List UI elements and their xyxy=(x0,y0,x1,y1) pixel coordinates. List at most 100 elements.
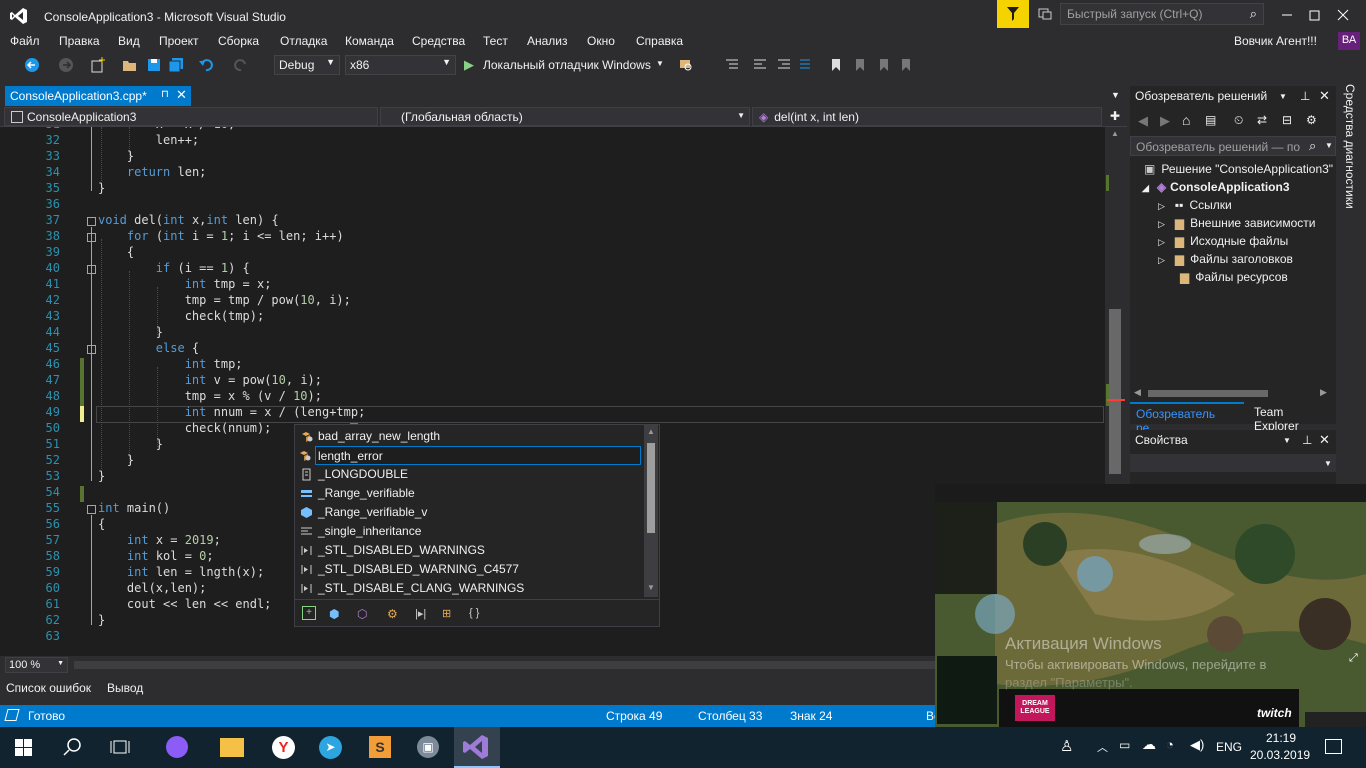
menu-test[interactable]: Тест xyxy=(483,34,508,48)
undo-icon[interactable] xyxy=(198,57,214,73)
filter-class-icon[interactable]: ⚙ xyxy=(387,607,398,621)
menu-edit[interactable]: Правка xyxy=(59,34,100,48)
filter-cube-icon[interactable]: ⬢ xyxy=(329,607,339,621)
clock-time[interactable]: 21:19 xyxy=(1266,731,1296,745)
maximize-button[interactable] xyxy=(1308,8,1322,22)
menu-window[interactable]: Окно xyxy=(587,34,615,48)
tray-overflow-icon[interactable]: ︿ xyxy=(1097,739,1108,755)
format-icon[interactable] xyxy=(798,57,814,73)
notification-flag-icon[interactable] xyxy=(997,0,1029,28)
next-bookmark-icon[interactable] xyxy=(876,57,892,73)
completion-item[interactable]: _Range_verifiable_v xyxy=(297,503,643,522)
completion-item[interactable]: _Range_verifiable xyxy=(297,484,643,503)
zoom-select[interactable]: 100 % ▼ xyxy=(5,657,68,673)
tree-item-source-files[interactable]: ▷ ▆ Исходные файлы xyxy=(1158,234,1288,248)
scroll-left-icon[interactable]: ◀ xyxy=(1134,387,1141,398)
sublime-app-icon[interactable]: S xyxy=(369,736,391,758)
telegram-app-icon[interactable]: ➤ xyxy=(319,736,342,759)
scroll-right-icon[interactable]: ▶ xyxy=(1320,387,1327,398)
sync-icon[interactable]: ⇄ xyxy=(1257,113,1267,127)
bookmark-icon[interactable] xyxy=(828,57,844,73)
step-icon[interactable] xyxy=(724,57,740,73)
avatar[interactable]: ВА xyxy=(1338,32,1360,50)
project-scope-select[interactable]: ConsoleApplication3 xyxy=(4,107,378,126)
filter-namespace-icon[interactable]: { } xyxy=(469,607,479,619)
intellisense-popup[interactable]: bad_array_new_length length_error _LONGDOU… xyxy=(294,424,660,627)
tab-solution-explorer[interactable]: Обозреватель ре... xyxy=(1130,402,1244,435)
menu-file[interactable]: Файл xyxy=(10,34,40,48)
completion-item[interactable]: _STL_DISABLE_CLANG_WARNINGS xyxy=(297,579,643,598)
scroll-up-icon[interactable]: ▲ xyxy=(647,427,655,436)
platform-select[interactable]: x86 ▼ xyxy=(345,55,456,75)
expand-icon[interactable]: ▷ xyxy=(1158,237,1165,247)
file-explorer-app-icon[interactable] xyxy=(220,738,244,757)
tab-team-explorer[interactable]: Team Explorer xyxy=(1248,402,1336,433)
back-icon[interactable] xyxy=(24,57,40,73)
tree-item-header-files[interactable]: ▷ ▆ Файлы заголовков xyxy=(1158,252,1293,266)
split-editor-icon[interactable]: ✚ xyxy=(1110,109,1120,123)
tab-error-list[interactable]: Список ошибок xyxy=(6,681,91,695)
tree-item-project[interactable]: ◢ ◈ ConsoleApplication3 xyxy=(1142,180,1290,194)
tab-consoleapplication3-cpp[interactable]: ConsoleApplication3.cpp* ⊓ ✕ xyxy=(5,86,191,106)
expand-icon[interactable]: ▷ xyxy=(1158,219,1165,229)
notification-center-icon[interactable] xyxy=(1325,739,1342,754)
filter-struct-icon[interactable]: ⬡ xyxy=(357,607,367,621)
completion-scrollbar[interactable]: ▲ ▼ xyxy=(644,425,658,597)
completion-item[interactable]: _STL_DISABLED_WARNING_C4577 xyxy=(297,560,643,579)
completion-item[interactable]: _STL_DISABLED_WARNINGS xyxy=(297,541,643,560)
task-view-icon[interactable] xyxy=(110,738,130,756)
forward-icon[interactable]: ▶ xyxy=(1160,113,1170,129)
feedback-icon[interactable] xyxy=(1037,6,1053,22)
completion-item[interactable]: length_error xyxy=(300,446,641,465)
back-icon[interactable]: ◀ xyxy=(1138,113,1148,129)
pin-icon[interactable]: ⊓ xyxy=(161,89,169,100)
menu-team[interactable]: Команда xyxy=(345,34,394,48)
home-icon[interactable]: ⌂ xyxy=(1182,112,1190,128)
global-scope-select[interactable]: (Глобальная область) ▼ xyxy=(380,107,750,126)
object-select[interactable]: ▼ xyxy=(1130,454,1336,472)
people-icon[interactable]: ♙ xyxy=(1060,737,1073,755)
tree-item-resource-files[interactable]: ▆ Файлы ресурсов xyxy=(1180,270,1288,284)
start-icon[interactable] xyxy=(15,739,32,756)
scroll-thumb[interactable] xyxy=(1148,390,1268,397)
save-icon[interactable] xyxy=(146,57,162,73)
filter-expand-icon[interactable]: + xyxy=(302,606,316,620)
fold-toggle[interactable] xyxy=(87,505,96,514)
filter-type-icon[interactable]: ⊞ xyxy=(442,607,451,620)
redo-icon[interactable] xyxy=(233,57,249,73)
clear-bookmarks-icon[interactable] xyxy=(898,57,914,73)
tab-output[interactable]: Вывод xyxy=(107,681,143,695)
expand-icon[interactable]: ◢ xyxy=(1142,183,1149,193)
yandex-browser-app-icon[interactable]: Y xyxy=(272,736,295,759)
tab-diagnostic-tools[interactable]: Средства диагностики xyxy=(1342,84,1360,214)
quick-launch-input[interactable]: Быстрый запуск (Ctrl+Q) ⌕ xyxy=(1060,3,1264,25)
prev-bookmark-icon[interactable] xyxy=(852,57,868,73)
find-in-files-icon[interactable] xyxy=(678,57,694,73)
scroll-thumb[interactable] xyxy=(647,443,655,533)
menu-build[interactable]: Сборка xyxy=(218,34,259,48)
pending-changes-icon[interactable]: ⏲ xyxy=(1234,113,1243,128)
expand-icon[interactable]: ▷ xyxy=(1158,201,1165,211)
tab-overflow-icon[interactable]: ▼ xyxy=(1111,90,1120,100)
menu-project[interactable]: Проект xyxy=(159,34,199,48)
scroll-down-icon[interactable]: ▼ xyxy=(647,583,655,592)
tree-item-solution[interactable]: ▣ Решение "ConsoleApplication3" xyxy=(1144,162,1333,176)
menu-debug[interactable]: Отладка xyxy=(280,34,327,48)
configuration-select[interactable]: Debug ▼ xyxy=(274,55,340,75)
close-button[interactable] xyxy=(1336,8,1350,22)
comment-icon[interactable] xyxy=(752,57,768,73)
cloud-icon[interactable]: ☁ xyxy=(1142,736,1156,753)
completion-item[interactable]: _single_inheritance xyxy=(297,522,643,541)
lock-app-icon[interactable]: ▣ xyxy=(417,736,439,758)
close-icon[interactable]: ✕ xyxy=(1319,88,1330,104)
tree-item-references[interactable]: ▷ ▪▪ Ссылки xyxy=(1158,198,1232,212)
menu-tools[interactable]: Средства xyxy=(412,34,465,48)
menu-help[interactable]: Справка xyxy=(636,34,683,48)
scroll-thumb[interactable] xyxy=(1109,309,1121,474)
minimize-button[interactable] xyxy=(1280,8,1294,22)
menu-analyze[interactable]: Анализ xyxy=(527,34,568,48)
forward-icon[interactable] xyxy=(58,57,74,73)
fold-toggle[interactable] xyxy=(87,217,96,226)
visual-studio-app-icon[interactable] xyxy=(454,727,500,768)
clock-date[interactable]: 20.03.2019 xyxy=(1250,748,1310,762)
